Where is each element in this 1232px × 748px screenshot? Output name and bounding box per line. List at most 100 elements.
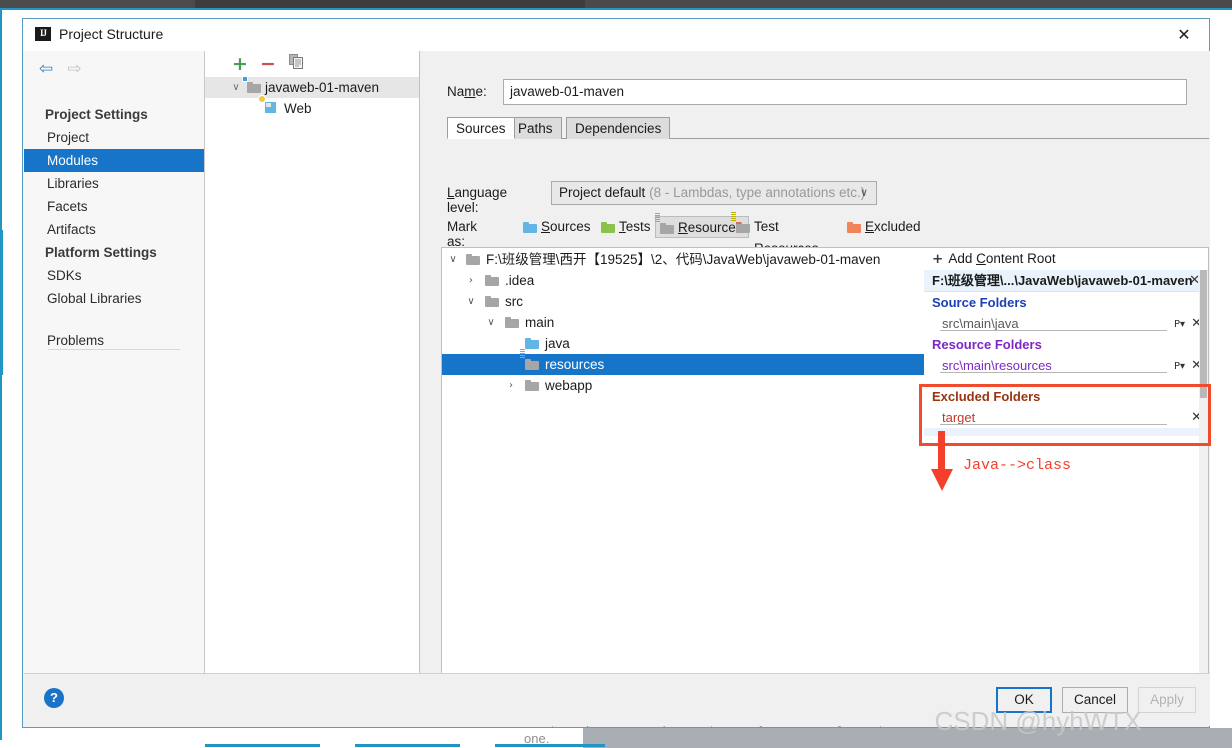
tree-row-label: src [505, 294, 523, 309]
resource-folders-title: Resource Folders [932, 337, 1042, 352]
content-root-tree: ∨ F:\班级管理\西开【19525】\2、代码\JavaWeb\javaweb… [441, 247, 924, 677]
module-folder-icon [242, 76, 261, 94]
apply-button[interactable]: Apply [1138, 687, 1196, 713]
module-label: javaweb-01-maven [265, 80, 380, 95]
screen-root: IJ Project Structure ✕ ⇦ ⇨ Project Setti… [0, 0, 1232, 748]
language-level-label: Language level: [447, 185, 508, 215]
language-level-select[interactable]: Project default (8 - Lambdas, type annot… [551, 181, 877, 205]
tree-row[interactable]: ∨ main [442, 312, 924, 333]
mark-as-excluded-button[interactable]: Excluded [843, 216, 926, 238]
desktop-accent-line [0, 8, 1232, 10]
tree-row[interactable]: ∨ F:\班级管理\西开【19525】\2、代码\JavaWeb\javaweb… [442, 249, 924, 270]
tree-row-label: resources [545, 357, 605, 372]
module-row-web[interactable]: Web [205, 95, 419, 119]
intellij-idea-icon: IJ [35, 27, 51, 43]
mark-as-label-text: Tests [619, 219, 651, 234]
tree-row-label: .idea [505, 273, 535, 288]
sidebar-item-global-libraries[interactable]: Global Libraries [24, 287, 204, 310]
dialog-titlebar: IJ Project Structure ✕ [23, 19, 1209, 51]
chevron-down-icon[interactable]: ∨ [463, 291, 479, 312]
module-name-row: Name: javaweb-01-maven [447, 79, 1187, 105]
module-row-javaweb[interactable]: ∨ javaweb-01-maven [205, 76, 419, 98]
sidebar-item-problems[interactable]: Problems [24, 329, 204, 352]
tab-paths[interactable]: Paths [509, 117, 562, 139]
chevron-right-icon[interactable]: › [463, 270, 479, 291]
chevron-right-icon[interactable]: › [503, 375, 519, 396]
tree-row-label: F:\班级管理\西开【19525】\2、代码\JavaWeb\javaweb-0… [486, 252, 881, 267]
resource-folder-row[interactable]: src\main\resources P▾ ✕ [924, 355, 1208, 377]
row-underline [940, 372, 1167, 373]
excluded-folders-title: Excluded Folders [932, 389, 1041, 404]
remove-module-button[interactable]: − [257, 54, 279, 74]
modules-toolbar: + − [205, 51, 419, 77]
tree-row[interactable]: java [442, 333, 924, 354]
tree-row[interactable]: › .idea [442, 270, 924, 291]
back-arrow-icon[interactable]: ⇦ [34, 59, 58, 79]
source-folder-row[interactable]: src\main\java P▾ ✕ [924, 313, 1208, 335]
help-icon[interactable]: ? [44, 688, 64, 708]
modules-panel: + − ∨ javaweb-01-maven Web [205, 51, 420, 713]
chevron-down-icon[interactable]: ∨ [445, 249, 461, 270]
mark-as-tests-button[interactable]: Tests [597, 216, 656, 238]
watermark: CSDN @hyhWTX [934, 706, 1142, 736]
row-underline [940, 330, 1167, 331]
desktop-band-right [585, 0, 1232, 8]
sidebar-item-libraries[interactable]: Libraries [24, 172, 204, 195]
language-level-detail: (8 - Lambdas, type annotations etc.) [649, 185, 866, 200]
language-level-value: Project default [559, 185, 646, 200]
sidebar-item-modules[interactable]: Modules [24, 149, 204, 172]
module-name-input[interactable]: javaweb-01-maven [503, 79, 1187, 105]
sidebar-group-project-settings: Project Settings [45, 107, 148, 122]
content-root-card: F:\班级管理\...\JavaWeb\javaweb-01-maven ✕ S… [924, 270, 1208, 436]
properties-icon[interactable]: P▾ [1174, 356, 1185, 377]
roots-panel-scrollbar[interactable] [1199, 270, 1208, 676]
mark-as-sources-button[interactable]: Sources [519, 216, 596, 238]
tree-row[interactable]: › webapp [442, 375, 924, 396]
excluded-folder-path: target [942, 410, 976, 425]
module-editor: Name: javaweb-01-maven Sources Paths Dep… [421, 51, 1211, 746]
mark-as-label-text: Excluded [865, 219, 921, 234]
chevron-down-icon[interactable]: ∨ [483, 312, 499, 333]
tree-row-label: java [545, 336, 570, 351]
source-folders-title: Source Folders [932, 295, 1027, 310]
excluded-folder-row[interactable]: target ✕ [924, 407, 1208, 428]
properties-icon[interactable]: P▾ [1174, 314, 1185, 335]
chevron-down-icon[interactable]: ∨ [860, 182, 868, 204]
mark-as-test-resources-button[interactable]: Test Resources [731, 212, 824, 256]
source-folder-path: src\main\java [942, 316, 1019, 331]
desktop-band-mid [195, 0, 585, 8]
tree-row-label: main [525, 315, 555, 330]
tab-dependencies[interactable]: Dependencies [566, 117, 671, 139]
tree-row-label: webapp [545, 378, 593, 393]
mark-as-label-text: Sources [541, 219, 591, 234]
sidebar-item-sdks[interactable]: SDKs [24, 264, 204, 287]
close-icon[interactable]: ✕ [1169, 23, 1199, 47]
sidebar-item-project[interactable]: Project [24, 126, 204, 149]
add-content-root-button[interactable]: + Add Content Root [924, 248, 1208, 270]
desktop-left-accent [0, 10, 2, 740]
tree-row[interactable]: ∨ src [442, 291, 924, 312]
chevron-down-icon[interactable]: ∨ [229, 77, 243, 98]
sidebar-item-artifacts[interactable]: Artifacts [24, 218, 204, 241]
project-structure-dialog: IJ Project Structure ✕ ⇦ ⇨ Project Setti… [22, 18, 1211, 746]
row-underline [940, 424, 1167, 425]
red-down-arrow-icon [929, 431, 955, 493]
annotation-text: Java-->class [963, 457, 1072, 474]
dialog-title: Project Structure [59, 26, 164, 42]
copy-module-icon[interactable] [285, 54, 307, 74]
desktop-band-left [0, 0, 195, 8]
plus-icon: + [932, 251, 944, 267]
desktop-left-accent-2 [0, 230, 3, 375]
forward-arrow-icon[interactable]: ⇨ [62, 59, 86, 79]
resource-folder-path: src\main\resources [942, 358, 1052, 373]
content-root-header: F:\班级管理\...\JavaWeb\javaweb-01-maven ✕ [924, 270, 1208, 292]
sidebar-item-facets[interactable]: Facets [24, 195, 204, 218]
tree-row-resources[interactable]: resources [442, 349, 924, 375]
add-module-button[interactable]: + [229, 54, 251, 74]
content-root-path: F:\班级管理\...\JavaWeb\javaweb-01-maven [932, 273, 1193, 288]
settings-sidebar: ⇦ ⇨ Project Settings Project Modules Lib… [24, 51, 205, 713]
section-spacer [924, 376, 1208, 386]
tab-sources[interactable]: Sources [447, 117, 515, 139]
mark-as-label: Mark as: [447, 219, 477, 249]
section-band [924, 428, 1208, 436]
